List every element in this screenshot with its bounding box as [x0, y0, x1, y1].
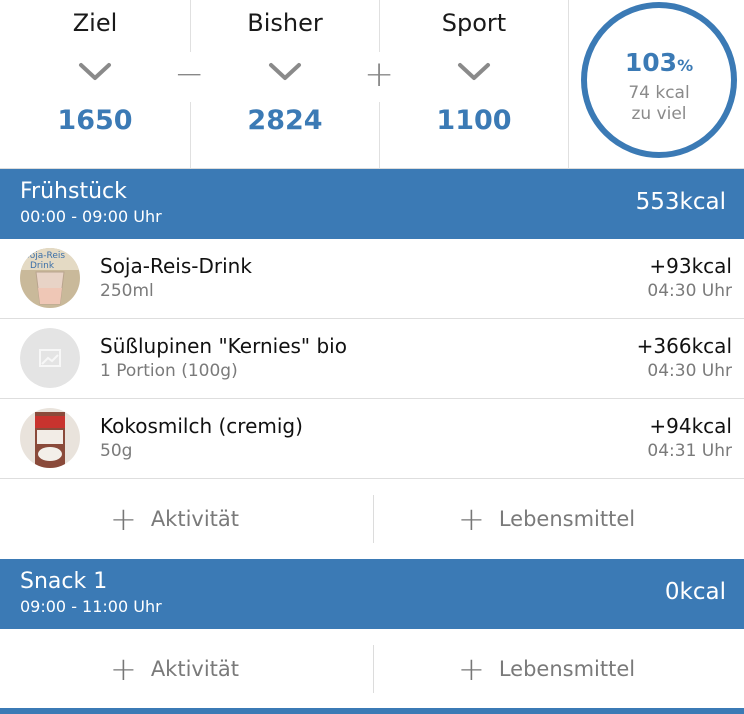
- chevron-down-icon[interactable]: [78, 62, 112, 82]
- plus-icon: +: [458, 500, 485, 538]
- daily-summary: Ziel 1650 − Bisher 2824 + Sport 1100 103…: [0, 0, 744, 169]
- food-name: Kokosmilch (cremig): [100, 414, 303, 438]
- meal-kcal: 0kcal: [664, 579, 726, 605]
- food-time: 04:30 Uhr: [647, 361, 732, 381]
- goal-label: Ziel: [72, 9, 118, 37]
- meal-time: 00:00 - 09:00 Uhr: [20, 207, 162, 226]
- percent-value: 103%: [624, 48, 694, 77]
- meal-name: Snack 1: [20, 569, 108, 594]
- chevron-down-icon[interactable]: [457, 62, 491, 82]
- svg-text:Drink: Drink: [30, 261, 55, 271]
- next-meal-header-edge: [0, 708, 744, 714]
- food-time: 04:31 Uhr: [647, 441, 732, 461]
- placeholder-image-icon: [20, 328, 80, 388]
- plus-icon: +: [458, 650, 485, 688]
- meal-header-snack-1[interactable]: Snack 1 09:00 - 11:00 Uhr 0kcal: [0, 559, 744, 629]
- plus-icon: +: [110, 650, 137, 688]
- meal-time: 09:00 - 11:00 Uhr: [20, 597, 162, 616]
- food-amount: 1 Portion (100g): [100, 361, 238, 381]
- meal-header-breakfast[interactable]: Frühstück 00:00 - 09:00 Uhr 553kcal: [0, 169, 744, 239]
- food-amount: 50g: [100, 441, 133, 461]
- so-far-column[interactable]: Bisher 2824: [190, 0, 380, 168]
- add-activity-label: Aktivität: [150, 507, 240, 531]
- over-status-text: zu viel: [631, 104, 687, 124]
- sport-label: Sport: [441, 9, 507, 37]
- soy-rice-drink-photo: Soja-Reis Drink: [20, 248, 80, 308]
- over-kcal-text: 74 kcal: [628, 83, 690, 103]
- meal-actions: + Aktivität + Lebensmittel: [0, 629, 744, 709]
- goal-column[interactable]: Ziel 1650: [0, 0, 190, 168]
- divider: [373, 645, 374, 693]
- goal-value: 1650: [57, 105, 133, 136]
- add-food-label: Lebensmittel: [498, 507, 636, 531]
- food-kcal: +94kcal: [649, 414, 732, 438]
- add-food-label: Lebensmittel: [498, 657, 636, 681]
- food-time: 04:30 Uhr: [647, 281, 732, 301]
- meal-name: Frühstück: [20, 179, 127, 204]
- so-far-label: Bisher: [247, 9, 323, 37]
- divider: [373, 495, 374, 543]
- food-kcal: +93kcal: [649, 254, 732, 278]
- so-far-value: 2824: [247, 105, 323, 136]
- add-food-button[interactable]: + Lebensmittel: [458, 479, 635, 559]
- plus-icon: +: [110, 500, 137, 538]
- svg-text:Soja-Reis: Soja-Reis: [24, 251, 65, 261]
- divider: [568, 0, 569, 168]
- add-activity-label: Aktivität: [150, 657, 240, 681]
- chevron-down-icon[interactable]: [268, 62, 302, 82]
- food-name: Soja-Reis-Drink: [100, 254, 252, 278]
- food-name: Süßlupinen "Kernies" bio: [100, 334, 347, 358]
- food-amount: 250ml: [100, 281, 154, 301]
- add-food-button[interactable]: + Lebensmittel: [458, 629, 635, 709]
- meal-actions: + Aktivität + Lebensmittel: [0, 479, 744, 559]
- food-row[interactable]: Kokosmilch (cremig) 50g +94kcal 04:31 Uh…: [0, 399, 744, 479]
- food-row[interactable]: Süßlupinen "Kernies" bio 1 Portion (100g…: [0, 319, 744, 399]
- add-activity-button[interactable]: + Aktivität: [110, 629, 239, 709]
- food-kcal: +366kcal: [636, 334, 732, 358]
- sport-value: 1100: [436, 105, 512, 136]
- sport-column[interactable]: Sport 1100: [379, 0, 569, 168]
- coconut-milk-can-photo: [20, 408, 80, 468]
- calorie-progress-ring[interactable]: 103% 74 kcal zu viel: [581, 2, 737, 158]
- food-row[interactable]: Soja-Reis Drink Soja-Reis-Drink 250ml +9…: [0, 239, 744, 319]
- meal-kcal: 553kcal: [635, 189, 726, 215]
- add-activity-button[interactable]: + Aktivität: [110, 479, 239, 559]
